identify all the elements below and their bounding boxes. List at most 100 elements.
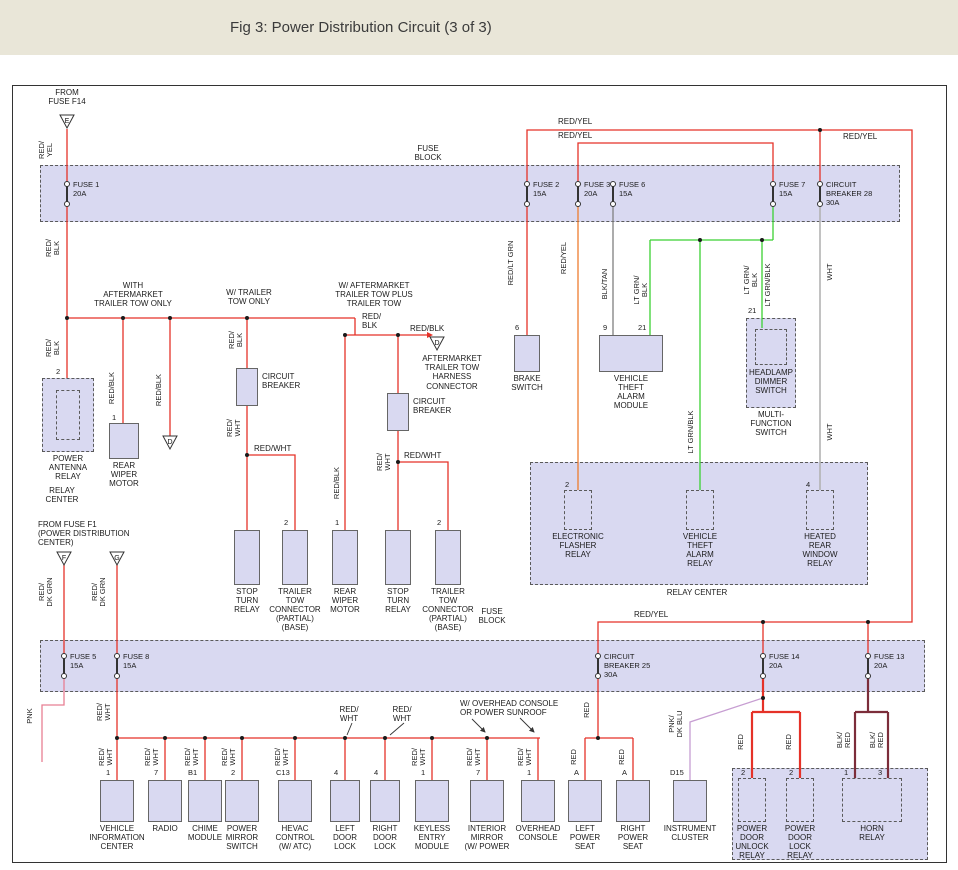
pin-number: 4 xyxy=(374,768,378,777)
component-box xyxy=(842,778,902,822)
component-label: REAR WIPER MOTOR xyxy=(109,462,139,489)
component-box xyxy=(786,778,814,822)
wire-color-label: WHT xyxy=(821,230,839,314)
component-label: HEATED REAR WINDOW RELAY xyxy=(802,533,837,569)
component-label: VEHICLE THEFT ALARM RELAY xyxy=(683,533,717,569)
wire-color-label: RED/ WHT xyxy=(273,715,291,799)
wire-color-label: RED/LT GRN xyxy=(502,221,520,305)
component: HORN RELAY xyxy=(827,778,917,843)
wire-color-label: RED/YEL xyxy=(555,216,573,300)
component-box xyxy=(599,335,663,372)
pin-number: D15 xyxy=(670,768,684,777)
fuse-label: FUSE 6 15A xyxy=(619,181,689,199)
component-box xyxy=(514,335,540,372)
pin-number: 6 xyxy=(515,323,519,332)
diagram-label: RED/YEL xyxy=(558,131,592,140)
diagram-label: W/ AFTERMARKET TRAILER TOW PLUS TRAILER … xyxy=(335,281,413,309)
wire-color-label: PNK xyxy=(21,674,39,758)
fuse-symbol xyxy=(612,185,614,203)
pin-number: 2 xyxy=(56,367,60,376)
wire-color-label: RED/ WHT xyxy=(97,715,115,799)
pin-number: 1 xyxy=(112,413,116,422)
wire-color-label: RED/ DK GRN xyxy=(37,550,55,634)
diagram-label: RED/ WHT xyxy=(339,705,358,723)
component-label: RIGHT POWER SEAT xyxy=(618,825,648,852)
red-wires xyxy=(64,129,912,780)
diagram-label: CIRCUIT BREAKER xyxy=(413,397,451,415)
pin-number: 2 xyxy=(284,518,288,527)
pin-number: 7 xyxy=(154,768,158,777)
pointer-lines xyxy=(347,718,534,735)
diagram-label: FUSE BLOCK xyxy=(478,607,505,625)
fuse-label: FUSE 14 20A xyxy=(769,653,839,671)
diagram-label: RELAY CENTER xyxy=(667,588,728,597)
component: HEATED REAR WINDOW RELAY xyxy=(775,490,865,569)
wire-color-label: RED xyxy=(565,715,583,799)
pin-number: 4 xyxy=(334,768,338,777)
pin-number: A xyxy=(574,768,579,777)
diagram-label: CIRCUIT BREAKER xyxy=(262,372,300,390)
wire-color-label: RED/ BLK xyxy=(44,306,62,390)
pin-number: 1 xyxy=(335,518,339,527)
fuse-symbol xyxy=(867,657,869,675)
pin-number: C13 xyxy=(276,768,290,777)
component: VEHICLE THEFT ALARM MODULE xyxy=(586,335,676,411)
wire-color-label: RED/ WHT xyxy=(516,715,534,799)
wire-color-label: LT GRN/ BLK xyxy=(632,248,650,332)
pin-number: 2 xyxy=(231,768,235,777)
component-label: VEHICLE THEFT ALARM MODULE xyxy=(614,375,648,411)
fuse-label: CIRCUIT BREAKER 25 30A xyxy=(604,653,674,680)
wire-color-label: PNK/ DK BLU xyxy=(667,682,685,766)
fuse-symbol xyxy=(63,657,65,675)
fuse-label: CIRCUIT BREAKER 28 30A xyxy=(826,181,896,208)
connector-e-label: E xyxy=(65,118,70,125)
component: VEHICLE THEFT ALARM RELAY xyxy=(655,490,745,569)
connector-g-label: G xyxy=(114,555,119,562)
pin-number: 21 xyxy=(638,323,646,332)
pin-number: 2 xyxy=(437,518,441,527)
screenshot-stage: Fig 3: Power Distribution Circuit (3 of … xyxy=(0,0,958,870)
fuse-label: FUSE 1 20A xyxy=(73,181,143,199)
component-box xyxy=(806,490,834,530)
wire-color-label: RED/BLK xyxy=(328,441,346,525)
connector-d2-label: D xyxy=(434,340,439,347)
pin-number: 9 xyxy=(603,323,607,332)
diagram-label: WITH AFTERMARKET TRAILER TOW ONLY xyxy=(94,281,172,309)
pin-number: 21 xyxy=(748,306,756,315)
wire-color-label: WHT xyxy=(821,390,839,474)
diagram-label: FROM FUSE F1 (POWER DISTRIBUTION CENTER) xyxy=(38,520,130,548)
junction-dots xyxy=(65,128,870,740)
fuse-symbol xyxy=(577,185,579,203)
fuse-label: FUSE 13 20A xyxy=(874,653,944,671)
wire-color-label: LT GRN/BLK xyxy=(759,243,777,327)
wire-color-label: RED/ BLK xyxy=(44,206,62,290)
component-box xyxy=(564,490,592,530)
component-label: POWER ANTENNA RELAY xyxy=(49,455,87,482)
diagram-label: RED/WHT xyxy=(404,451,441,460)
diagram-label: RED/ WHT xyxy=(392,705,411,723)
diagram-label: RED/ BLK xyxy=(362,312,381,330)
pin-number: 2 xyxy=(789,768,793,777)
wire-color-label: RED/ DK GRN xyxy=(90,550,108,634)
wire-color-label: RED/BLK xyxy=(150,348,168,432)
wire-color-label: RED/ YEL xyxy=(37,108,55,192)
pink-wire xyxy=(42,677,64,762)
fuse-symbol xyxy=(526,185,528,203)
wire-color-label: RED/ WHT xyxy=(225,386,243,470)
diagram-label: RED/BLK xyxy=(410,324,444,333)
diagram-label: RED/YEL xyxy=(558,117,592,126)
wire-color-label: LT GRN/BLK xyxy=(682,390,700,474)
wire-color-label: RED/ WHT xyxy=(183,715,201,799)
wire-color-label: RED/ WHT xyxy=(410,715,428,799)
pin-number: 1 xyxy=(421,768,425,777)
diagram-label: MULTI- FUNCTION SWITCH xyxy=(750,410,791,438)
component: BRAKE SWITCH xyxy=(482,335,572,393)
fuse-symbol xyxy=(597,657,599,675)
pin-number: 2 xyxy=(565,480,569,489)
pin-number: 1 xyxy=(844,768,848,777)
component-label: POWER DOOR LOCK RELAY xyxy=(785,825,815,861)
diagram-label: AFTERMARKET TRAILER TOW HARNESS CONNECTO… xyxy=(422,354,482,391)
wire-color-label: RED/ WHT xyxy=(465,715,483,799)
pin-number: B1 xyxy=(188,768,197,777)
fuse-symbol xyxy=(772,185,774,203)
